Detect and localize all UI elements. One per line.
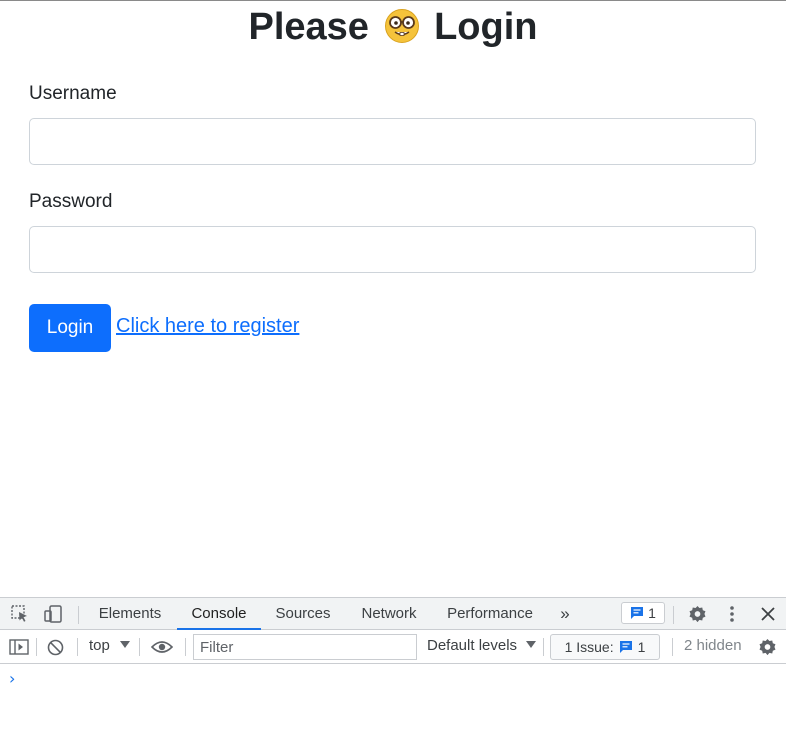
separator bbox=[78, 606, 79, 624]
password-label: Password bbox=[29, 191, 113, 212]
separator bbox=[185, 638, 186, 656]
message-icon bbox=[619, 641, 632, 653]
username-input[interactable] bbox=[29, 118, 756, 165]
page-title: Please Login bbox=[0, 5, 786, 49]
separator bbox=[77, 638, 78, 656]
console-toolbar: top Default levels 1 Issue: 1 2 hidden bbox=[0, 630, 786, 664]
clear-console-icon[interactable] bbox=[45, 637, 65, 657]
separator bbox=[139, 638, 140, 656]
tab-sources[interactable]: Sources bbox=[268, 598, 338, 630]
log-levels-dropdown[interactable]: Default levels bbox=[427, 637, 537, 654]
console-prompt[interactable]: › bbox=[9, 669, 15, 688]
messages-badge[interactable]: 1 bbox=[621, 602, 665, 624]
settings-icon[interactable] bbox=[686, 604, 708, 624]
register-link[interactable]: Click here to register bbox=[116, 314, 299, 338]
log-levels-label: Default levels bbox=[427, 637, 518, 654]
device-toggle-icon[interactable] bbox=[42, 604, 64, 624]
filter-input[interactable] bbox=[193, 634, 417, 660]
login-button[interactable]: Login bbox=[29, 304, 111, 352]
issues-count: 1 bbox=[637, 639, 646, 655]
inspect-icon[interactable] bbox=[9, 604, 31, 624]
separator bbox=[36, 638, 37, 656]
message-icon bbox=[631, 607, 644, 619]
tab-elements[interactable]: Elements bbox=[90, 598, 170, 630]
web-page: Please Login Username Password Login Cli… bbox=[0, 0, 786, 597]
context-value: top bbox=[89, 637, 110, 654]
tab-console[interactable]: Console bbox=[177, 598, 261, 630]
devtools-tabbar: Elements Console Sources Network Perform… bbox=[0, 597, 786, 630]
eye-icon[interactable] bbox=[150, 637, 174, 657]
tab-network[interactable]: Network bbox=[352, 598, 426, 630]
separator bbox=[673, 606, 674, 624]
separator bbox=[672, 638, 673, 656]
more-tabs-button[interactable]: » bbox=[554, 598, 576, 630]
context-selector[interactable]: top bbox=[89, 637, 131, 654]
username-label: Username bbox=[29, 83, 117, 104]
issues-button[interactable]: 1 Issue: 1 bbox=[550, 634, 660, 660]
close-icon[interactable] bbox=[758, 604, 778, 624]
separator bbox=[543, 638, 544, 656]
title-text-before: Please bbox=[248, 6, 369, 48]
more-vert-icon[interactable] bbox=[722, 604, 742, 624]
nerd-face-emoji-icon bbox=[384, 9, 419, 43]
messages-count: 1 bbox=[648, 605, 656, 621]
issues-label: 1 Issue: bbox=[564, 639, 614, 655]
password-input[interactable] bbox=[29, 226, 756, 273]
devtools-panel: Elements Console Sources Network Perform… bbox=[0, 597, 786, 756]
settings-icon[interactable] bbox=[756, 637, 778, 657]
tab-performance[interactable]: Performance bbox=[440, 598, 540, 630]
sidebar-toggle-icon[interactable] bbox=[8, 637, 30, 657]
chevron-down-icon bbox=[120, 641, 131, 648]
title-text-after: Login bbox=[434, 6, 538, 48]
chevron-down-icon bbox=[526, 641, 537, 648]
hidden-messages-count: 2 hidden bbox=[684, 637, 742, 654]
